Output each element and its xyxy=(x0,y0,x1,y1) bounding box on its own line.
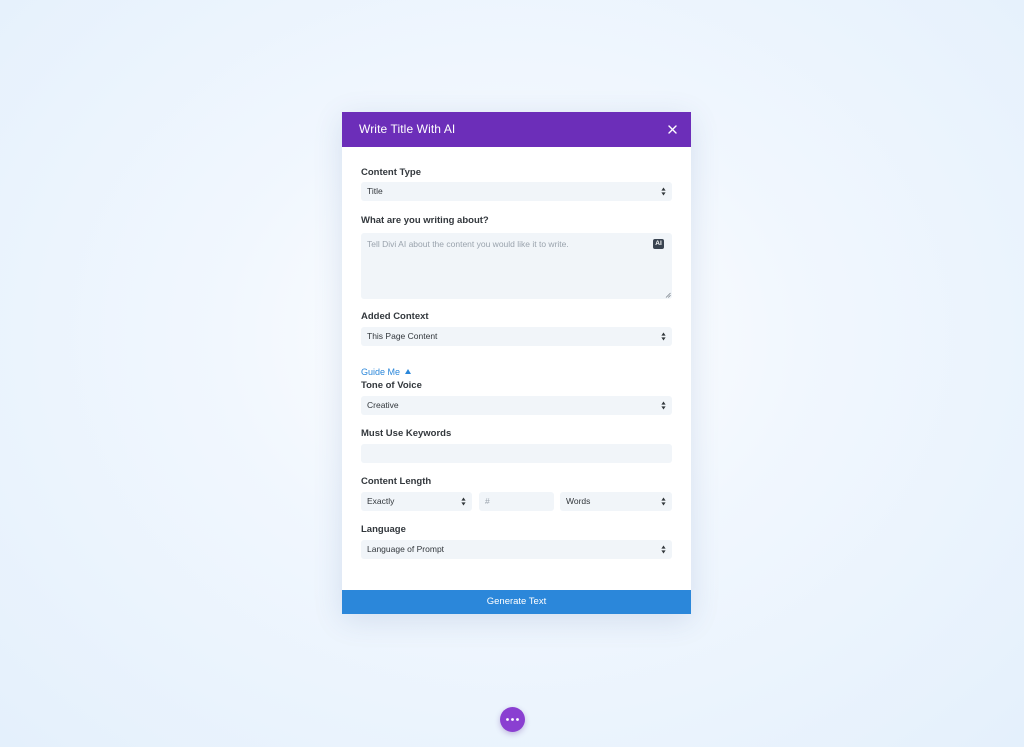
ai-badge-icon[interactable]: AI xyxy=(653,239,664,249)
added-context-select[interactable]: This Page Content xyxy=(361,327,672,346)
content-length-mode-value: Exactly xyxy=(367,496,395,506)
tone-of-voice-label: Tone of Voice xyxy=(361,380,422,391)
writing-about-label: What are you writing about? xyxy=(361,215,489,226)
content-length-unit-value: Words xyxy=(566,496,591,506)
select-arrows-icon xyxy=(461,497,466,506)
content-length-unit-select[interactable]: Words xyxy=(560,492,672,511)
generate-text-button[interactable]: Generate Text xyxy=(342,590,691,614)
content-length-number-placeholder: # xyxy=(485,496,490,506)
writing-about-placeholder: Tell Divi AI about the content you would… xyxy=(367,239,569,249)
close-icon xyxy=(668,125,677,134)
language-label: Language xyxy=(361,524,406,535)
select-arrows-icon xyxy=(661,497,666,506)
tone-of-voice-value: Creative xyxy=(367,400,399,410)
guide-me-toggle[interactable]: Guide Me xyxy=(361,367,412,378)
select-arrows-icon xyxy=(661,545,666,554)
close-button[interactable] xyxy=(664,121,681,138)
language-value: Language of Prompt xyxy=(367,544,445,554)
select-arrows-icon xyxy=(661,187,666,196)
content-type-select[interactable]: Title xyxy=(361,182,672,201)
content-type-label: Content Type xyxy=(361,167,421,178)
content-length-number-input[interactable]: # xyxy=(479,492,554,511)
select-arrows-icon xyxy=(661,401,666,410)
tone-of-voice-select[interactable]: Creative xyxy=(361,396,672,415)
writing-about-textarea[interactable]: Tell Divi AI about the content you would… xyxy=(361,233,672,299)
more-options-button[interactable] xyxy=(500,707,525,732)
modal-body: Content Type Title What are you writing … xyxy=(342,147,691,587)
modal-header: Write Title With AI xyxy=(342,112,691,147)
ai-write-modal: Write Title With AI Content Type Title W… xyxy=(342,112,691,614)
resize-handle-icon[interactable] xyxy=(665,292,671,298)
keywords-label: Must Use Keywords xyxy=(361,428,452,439)
content-type-value: Title xyxy=(367,186,383,196)
keywords-input[interactable] xyxy=(361,444,672,463)
content-length-label: Content Length xyxy=(361,476,432,487)
select-arrows-icon xyxy=(661,332,666,341)
guide-me-label: Guide Me xyxy=(361,367,401,377)
content-length-mode-select[interactable]: Exactly xyxy=(361,492,472,511)
caret-up-icon xyxy=(405,369,412,374)
added-context-label: Added Context xyxy=(361,311,429,322)
more-dots-icon xyxy=(506,718,519,721)
added-context-value: This Page Content xyxy=(367,331,438,341)
modal-title: Write Title With AI xyxy=(359,122,456,136)
language-select[interactable]: Language of Prompt xyxy=(361,540,672,559)
